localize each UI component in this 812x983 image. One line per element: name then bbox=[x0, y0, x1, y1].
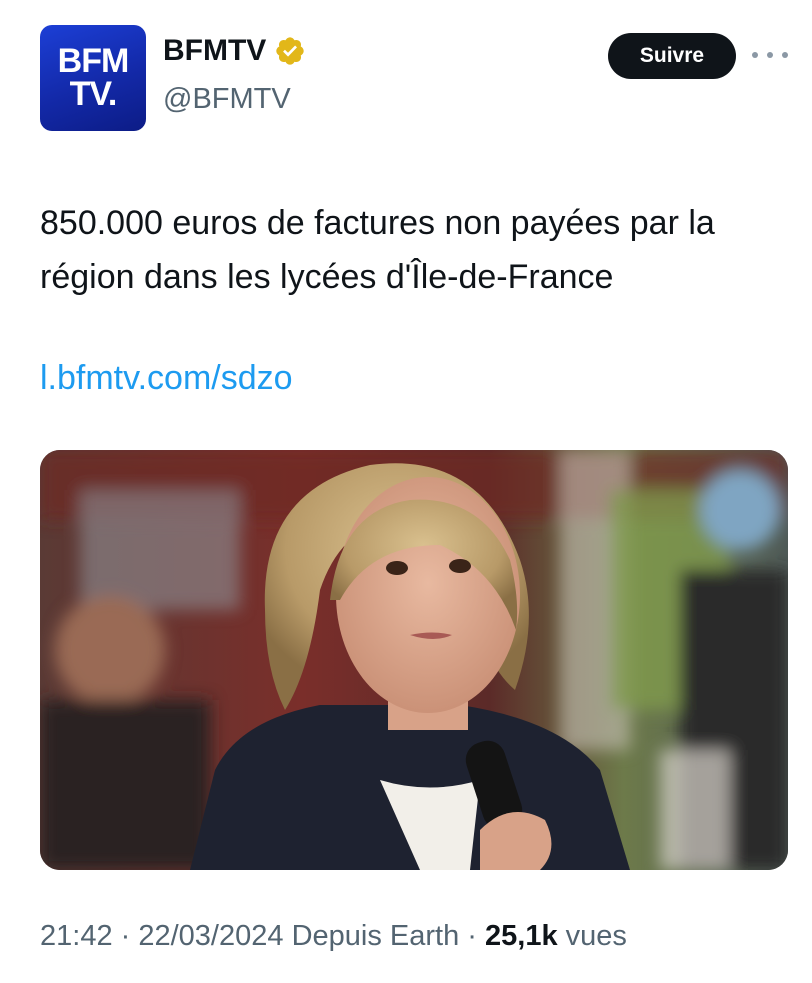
more-dot bbox=[752, 52, 758, 58]
verified-badge-icon bbox=[276, 37, 304, 65]
meta-separator: · bbox=[459, 920, 485, 952]
views-count[interactable]: 25,1k bbox=[485, 920, 558, 952]
tweet-text: 850.000 euros de factures non payées par… bbox=[40, 204, 715, 296]
tweet-link[interactable]: l.bfmtv.com/sdzo bbox=[40, 356, 293, 400]
author-name-row[interactable]: BFMTV bbox=[163, 34, 306, 68]
handle[interactable]: @BFMTV bbox=[163, 83, 291, 116]
follow-button[interactable]: Suivre bbox=[608, 33, 736, 79]
tweet-source: Depuis Earth bbox=[283, 920, 460, 952]
avatar-logo-line2: TV. bbox=[69, 74, 118, 113]
tweet-media-photo[interactable] bbox=[40, 450, 788, 870]
more-dot bbox=[782, 52, 788, 58]
display-name[interactable]: BFMTV bbox=[163, 34, 266, 68]
views-label: vues bbox=[557, 920, 627, 952]
meta-separator: · bbox=[112, 920, 139, 952]
avatar[interactable]: BFM TV. bbox=[40, 25, 146, 131]
tweet-meta: 21:42 · 22/03/2024 Depuis Earth · 25,1k … bbox=[40, 920, 627, 953]
photo-illustration bbox=[40, 450, 788, 870]
tweet-time[interactable]: 21:42 bbox=[40, 920, 113, 952]
more-dot bbox=[767, 52, 773, 58]
avatar-logo-line1: BFM bbox=[57, 41, 130, 80]
more-options-icon[interactable] bbox=[752, 40, 788, 70]
tweet-date[interactable]: 22/03/2024 bbox=[138, 920, 283, 952]
